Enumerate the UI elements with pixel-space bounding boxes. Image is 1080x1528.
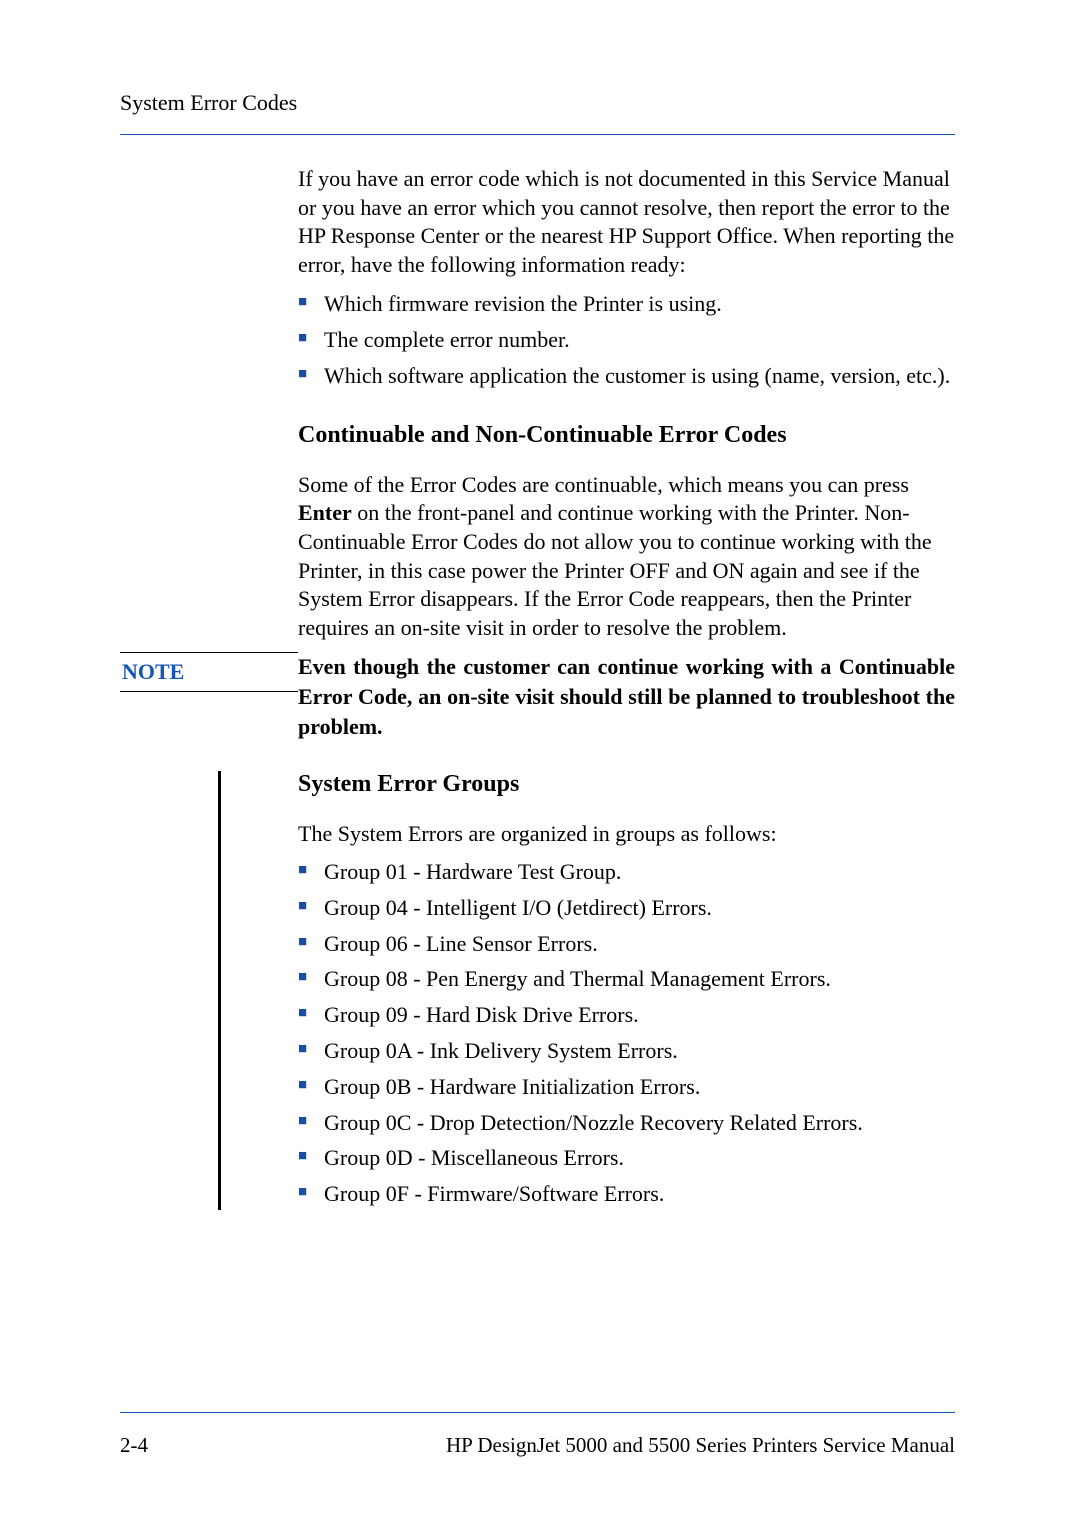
section-heading-groups: System Error Groups <box>298 771 955 798</box>
note-label-column: NOTE <box>120 652 298 692</box>
note-text: Even though the customer can continue wo… <box>298 652 955 741</box>
para-prefix: Some of the Error Codes are continuable,… <box>298 472 909 497</box>
list-item: Group 08 - Pen Energy and Thermal Manage… <box>298 964 955 995</box>
footer-doc-title: HP DesignJet 5000 and 5500 Series Printe… <box>446 1433 955 1458</box>
main-content: If you have an error code which is not d… <box>298 165 955 1210</box>
note-block: NOTE Even though the customer can contin… <box>120 652 955 741</box>
changebar-section: System Error Groups The System Errors ar… <box>218 771 955 1210</box>
list-item: Group 0A - Ink Delivery System Errors. <box>298 1036 955 1067</box>
section1-paragraph: Some of the Error Codes are continuable,… <box>298 471 955 643</box>
list-item: Group 01 - Hardware Test Group. <box>298 857 955 888</box>
list-item: Group 09 - Hard Disk Drive Errors. <box>298 1000 955 1031</box>
page-number: 2-4 <box>120 1433 148 1458</box>
document-page: System Error Codes If you have an error … <box>0 0 1080 1528</box>
list-item: Group 0D - Miscellaneous Errors. <box>298 1143 955 1174</box>
page-footer: 2-4 HP DesignJet 5000 and 5500 Series Pr… <box>120 1412 955 1458</box>
list-item: Which software application the customer … <box>298 361 955 392</box>
list-item: Group 0B - Hardware Initialization Error… <box>298 1072 955 1103</box>
footer-row: 2-4 HP DesignJet 5000 and 5500 Series Pr… <box>120 1433 955 1458</box>
header-rule <box>120 134 955 135</box>
list-item: Which firmware revision the Printer is u… <box>298 289 955 320</box>
enter-keyword: Enter <box>298 500 352 525</box>
para-suffix: on the front-panel and continue working … <box>298 500 932 639</box>
note-label: NOTE <box>120 659 298 685</box>
footer-rule <box>120 1412 955 1413</box>
list-item: Group 06 - Line Sensor Errors. <box>298 929 955 960</box>
intro-paragraph-block: If you have an error code which is not d… <box>298 165 955 279</box>
intro-bullet-list: Which firmware revision the Printer is u… <box>298 289 955 391</box>
list-item: The complete error number. <box>298 325 955 356</box>
intro-paragraph: If you have an error code which is not d… <box>298 165 955 279</box>
list-item: Group 0F - Firmware/Software Errors. <box>298 1179 955 1210</box>
list-item: Group 0C - Drop Detection/Nozzle Recover… <box>298 1108 955 1139</box>
groups-bullet-list: Group 01 - Hardware Test Group. Group 04… <box>298 857 955 1210</box>
section1-paragraph-block: Some of the Error Codes are continuable,… <box>298 471 955 643</box>
page-header-title: System Error Codes <box>120 90 955 116</box>
list-item: Group 04 - Intelligent I/O (Jetdirect) E… <box>298 893 955 924</box>
section2-intro: The System Errors are organized in group… <box>298 820 955 849</box>
section-heading-continuable: Continuable and Non-Continuable Error Co… <box>298 422 955 449</box>
